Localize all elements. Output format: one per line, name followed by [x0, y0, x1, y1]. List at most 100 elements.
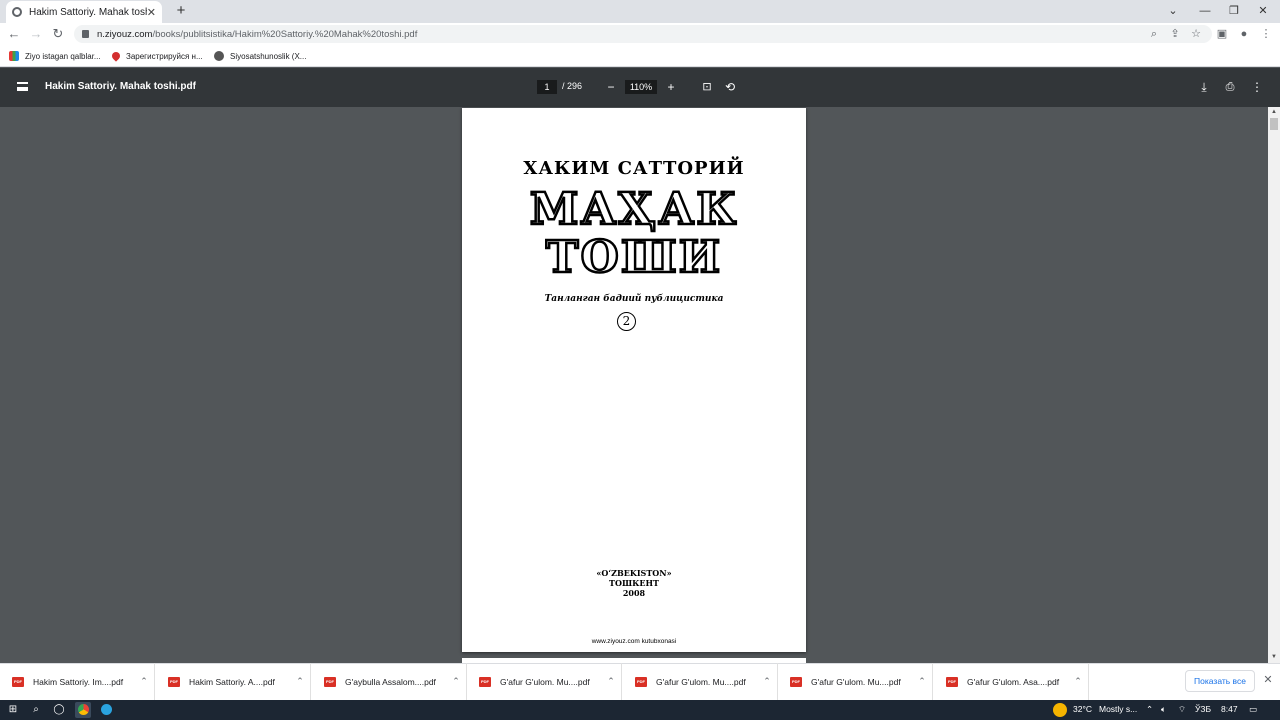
pdf-file-icon: PDF: [168, 676, 180, 687]
clock[interactable]: 8:47: [1221, 704, 1238, 714]
bookmark-item[interactable]: Siyosatshunoslik (X...: [214, 49, 306, 63]
share-icon[interactable]: ⇪: [1166, 25, 1184, 43]
download-item[interactable]: PDF Hakim Sattoriy. Im....pdf ⌃: [0, 663, 155, 700]
book-subtitle: Танланган бадиий публицистика: [544, 294, 724, 304]
chevron-up-icon[interactable]: ⌃: [912, 676, 932, 687]
page-total: / 296: [562, 81, 583, 91]
download-filename: G'afur G'ulom. Mu....pdf: [500, 676, 590, 687]
reload-button[interactable]: ↻: [49, 25, 67, 43]
download-item[interactable]: PDF G'afur G'ulom. Mu....pdf ⌃: [623, 663, 778, 700]
more-actions-icon[interactable]: ⋮: [1249, 79, 1265, 95]
zoom-in-button[interactable]: +: [663, 79, 679, 95]
windows-start-icon[interactable]: ⊞: [5, 702, 21, 718]
page-footer: www.ziyouz.com kutubxonasi: [591, 638, 677, 645]
scrollbar-thumb[interactable]: [1270, 118, 1278, 130]
menu-icon[interactable]: [17, 82, 28, 91]
chevron-up-icon[interactable]: ⌃: [446, 676, 466, 687]
publisher: «O‘ZBEKISTON»: [596, 568, 672, 578]
globe-icon: [12, 7, 22, 17]
task-view-icon[interactable]: ◯: [51, 702, 67, 718]
weather-icon[interactable]: [1053, 703, 1067, 717]
download-item[interactable]: PDF G'afur G'ulom. Mu....pdf ⌃: [467, 663, 622, 700]
download-item[interactable]: PDF Hakim Sattoriy. A....pdf ⌃: [156, 663, 311, 700]
tab-title: Hakim Sattoriy. Mahak toshi.pdf: [29, 6, 147, 18]
pdf-file-icon: PDF: [946, 676, 958, 687]
document-title: Hakim Sattoriy. Mahak toshi.pdf: [45, 81, 196, 92]
download-item[interactable]: PDF G'afur G'ulom. Asa....pdf ⌃: [934, 663, 1089, 700]
chrome-icon[interactable]: [75, 702, 91, 718]
bookmark-label: Siyosatshunoslik (X...: [230, 51, 307, 61]
tab-search-icon[interactable]: ⌄: [1158, 2, 1188, 20]
book-author: ХАКИМ САТТОРИЙ: [523, 158, 745, 179]
address-bar[interactable]: n.ziyouz.com/books/publitsistika/Hakim%2…: [74, 25, 1212, 43]
show-all-downloads-button[interactable]: Показать все: [1185, 670, 1255, 692]
scroll-up-icon[interactable]: ▲: [1268, 107, 1280, 117]
pdf-file-icon: PDF: [790, 676, 802, 687]
scrollbar[interactable]: [1268, 107, 1280, 663]
close-window-button[interactable]: ✕: [1248, 2, 1278, 20]
fit-page-icon[interactable]: ⊡: [699, 79, 715, 95]
profile-icon[interactable]: ●: [1235, 25, 1253, 43]
new-tab-button[interactable]: +: [172, 2, 190, 20]
chevron-up-icon[interactable]: ⌃: [757, 676, 777, 687]
book-title-line1: МАҲАК: [528, 183, 739, 237]
pdf-file-icon: PDF: [479, 676, 491, 687]
download-filename: Hakim Sattoriy. Im....pdf: [33, 676, 124, 687]
pdf-file-icon: PDF: [635, 676, 647, 687]
download-filename: Hakim Sattoriy. A....pdf: [189, 676, 275, 687]
notifications-icon[interactable]: ▭: [1249, 704, 1257, 715]
tray-chevron-icon[interactable]: ⌃: [1146, 704, 1153, 715]
tab-strip: [0, 0, 1280, 23]
browser-menu-icon[interactable]: ⋮: [1257, 25, 1275, 43]
restore-button[interactable]: ❐: [1219, 2, 1249, 20]
download-filename: G'afur G'ulom. Mu....pdf: [811, 676, 901, 687]
lock-icon: [82, 30, 89, 38]
tab-close-icon[interactable]: ✕: [147, 6, 156, 19]
bookmark-item[interactable]: Ziyo istagan qalblar...: [9, 49, 101, 63]
download-item[interactable]: PDF G'afur G'ulom. Mu....pdf ⌃: [778, 663, 933, 700]
publish-city: ТОШКЕНТ: [609, 578, 659, 588]
url-path: /books/publitsistika/Hakim%20Sattoriy.%2…: [152, 28, 418, 40]
temperature: 32°C: [1073, 704, 1092, 714]
rotate-icon[interactable]: ⟲: [722, 79, 738, 95]
language-indicator[interactable]: ЎЗБ: [1195, 704, 1211, 714]
chevron-up-icon[interactable]: ⌃: [134, 676, 154, 687]
weather-status[interactable]: Mostly s...: [1099, 704, 1137, 714]
chevron-up-icon[interactable]: ⌃: [1068, 676, 1088, 687]
forward-button[interactable]: →: [27, 25, 45, 43]
volume-number: 2: [617, 312, 636, 331]
chevron-up-icon[interactable]: ⌃: [290, 676, 310, 687]
download-icon[interactable]: ⤓: [1196, 79, 1212, 95]
telegram-icon[interactable]: [98, 702, 114, 718]
back-button[interactable]: ←: [5, 25, 23, 43]
bookmark-item[interactable]: Зарегистрируйся н...: [110, 49, 203, 63]
side-panel-icon[interactable]: ▣: [1213, 25, 1231, 43]
print-icon[interactable]: ⎙: [1222, 79, 1238, 95]
pdf-file-icon: PDF: [12, 676, 24, 687]
page-number-input[interactable]: 1: [537, 80, 557, 94]
download-filename: G'afur G'ulom. Asa....pdf: [967, 676, 1060, 687]
publish-year: 2008: [622, 588, 646, 598]
search-icon[interactable]: ⌕: [28, 702, 44, 718]
url-host: n.ziyouz.com: [97, 28, 153, 40]
heart-icon: [110, 50, 122, 62]
globe-icon: [214, 51, 224, 61]
close-icon[interactable]: ✕: [1261, 673, 1275, 687]
browser-tab[interactable]: Hakim Sattoriy. Mahak toshi.pdf ✕: [6, 1, 162, 23]
bookmark-label: Ziyo istagan qalblar...: [25, 51, 101, 61]
zoom-icon[interactable]: ⌕: [1145, 25, 1163, 43]
book-title-line2: ТОШИ: [545, 231, 723, 285]
zoom-input[interactable]: 110%: [625, 80, 657, 94]
bar-chart-icon: [9, 51, 19, 61]
scroll-down-icon[interactable]: ▼: [1268, 652, 1280, 662]
download-filename: G'afur G'ulom. Mu....pdf: [656, 676, 746, 687]
download-item[interactable]: PDF G'aybulla Assalom....pdf ⌃: [312, 663, 467, 700]
speaker-icon[interactable]: 🔈︎: [1161, 704, 1166, 715]
pdf-page: ХАКИМ САТТОРИЙ МАҲАК ТОШИ Танланган бади…: [462, 108, 806, 652]
minimize-button[interactable]: —: [1190, 2, 1220, 20]
chevron-up-icon[interactable]: ⌃: [601, 676, 621, 687]
download-filename: G'aybulla Assalom....pdf: [345, 676, 436, 687]
bookmark-star-icon[interactable]: ☆: [1187, 25, 1205, 43]
network-icon[interactable]: ⌔: [1178, 704, 1186, 715]
zoom-out-button[interactable]: −: [603, 79, 619, 95]
